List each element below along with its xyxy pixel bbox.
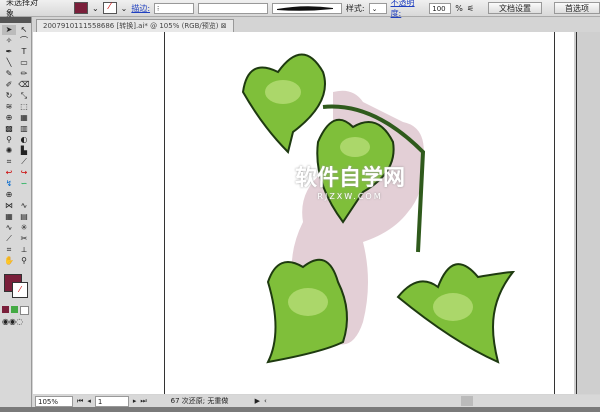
wave-icon[interactable]: ∿ xyxy=(2,223,16,233)
reshape-icon[interactable]: ↪ xyxy=(17,168,31,178)
next-page-icon[interactable]: ▸ xyxy=(133,397,137,405)
rectangle-tool-icon[interactable]: ▭ xyxy=(17,58,31,68)
artboard-tool-icon[interactable]: ⌗ xyxy=(2,157,16,167)
blob-brush-icon[interactable]: ✐ xyxy=(2,80,16,90)
eyedropper-icon[interactable]: ⚲ xyxy=(2,135,16,145)
graph-tool-icon[interactable]: ▙ xyxy=(17,146,31,156)
magic-wand-icon[interactable]: ✧ xyxy=(2,36,16,46)
watermark-main: 软件自学网 xyxy=(295,166,406,191)
pen-tool-icon[interactable]: ✒ xyxy=(2,47,16,57)
knife-icon[interactable]: ⟋ xyxy=(2,234,16,244)
style-dropdown[interactable]: ⌄ xyxy=(368,2,387,14)
selection-tool-icon[interactable]: ➤ xyxy=(2,25,16,35)
scroll-left-icon[interactable]: ‹ xyxy=(264,397,267,405)
first-page-icon[interactable]: ⏮ xyxy=(77,397,83,406)
document-canvas[interactable]: 软件自学网 RJZXW.COM xyxy=(33,32,574,394)
zoom-dropdown[interactable]: 105% xyxy=(35,395,73,407)
eraser-icon[interactable]: ⌫ xyxy=(17,80,31,90)
opacity-label[interactable]: 不透明度: xyxy=(391,0,426,19)
grid-icon[interactable]: ▦ xyxy=(2,212,16,222)
status-message: 67 次还原; 无重做 xyxy=(170,397,229,405)
style-label: 样式: xyxy=(345,3,365,13)
taskbar-strip xyxy=(0,407,600,412)
control-bar: 未选择对象 ⌄ ⁄ ⌄ 描边: ⁝ 样式: ⌄ 不透明度: 100 % ⚟ 文档设… xyxy=(0,0,600,19)
path-tool-icon[interactable]: ↯ xyxy=(2,179,16,189)
crystallize-icon[interactable]: ✳ xyxy=(17,223,31,233)
tools-panel: ➤ ↖ ✧ ⌒ ✒ T ╲ ▭ ✎ ✏ ✐ ⌫ ↻ ⤡ ≋ ⬚ ⊕ ▦ ▩ ▥ ⚲ ◐ ✺ ▙ ⌗ ⟋ ↩… xyxy=(0,17,32,412)
fill-stroke-swatches[interactable]: ⁄ xyxy=(2,272,29,302)
none-mode-icon[interactable] xyxy=(20,306,29,315)
fill-swatch[interactable] xyxy=(73,2,88,14)
mesh-tool-icon[interactable]: ▩ xyxy=(2,124,16,134)
chart-icon[interactable]: ▤ xyxy=(17,212,31,222)
direct-selection-icon[interactable]: ↖ xyxy=(17,25,31,35)
artwork[interactable] xyxy=(33,32,574,394)
envelope-icon[interactable]: ⋈ xyxy=(2,201,16,211)
lasso-icon[interactable]: ⌒ xyxy=(17,36,31,46)
color-mode-icon[interactable] xyxy=(2,306,9,313)
document-title: 20079101115586​86 [转换].ai* @ 105% (RGB/预… xyxy=(43,22,219,30)
crop-icon[interactable]: ⌗ xyxy=(2,245,16,255)
variable-width-dropdown[interactable] xyxy=(197,2,268,14)
free-transform-icon[interactable]: ⬚ xyxy=(17,102,31,112)
percent-sign: % xyxy=(455,3,463,13)
shape-builder-icon[interactable]: ⊕ xyxy=(2,113,16,123)
brush-dropdown[interactable] xyxy=(271,2,342,14)
screen-mode-icon[interactable]: ◉◉◌ xyxy=(0,315,31,328)
gradient-tool-icon[interactable]: ▥ xyxy=(17,124,31,134)
status-bar: 105% ⏮ ◂ 1 ▸ ⏭ 67 次还原; 无重做 ▶ ‹ xyxy=(33,395,600,407)
hand-tool-icon[interactable]: ✋ xyxy=(2,256,16,266)
symbol-sprayer-icon[interactable]: ✺ xyxy=(2,146,16,156)
zoom-tool-icon[interactable]: ⚲ xyxy=(17,256,31,266)
watermark-sub: RJZXW.COM xyxy=(317,192,383,201)
stroke-weight-dropdown[interactable]: ⁝ xyxy=(154,2,194,14)
preferences-button[interactable]: 首选项 xyxy=(553,2,600,14)
close-tab-icon[interactable]: ⊠ xyxy=(221,22,227,30)
line-tool-icon[interactable]: ╲ xyxy=(2,58,16,68)
target-icon[interactable]: ⊕ xyxy=(2,190,16,200)
width-tool-icon[interactable]: ↩ xyxy=(2,168,16,178)
opacity-input[interactable]: 100 xyxy=(429,2,452,14)
pencil-tool-icon[interactable]: ✏ xyxy=(17,69,31,79)
arrange-icon[interactable]: ⚟ xyxy=(467,4,474,13)
perspective-icon[interactable]: ▦ xyxy=(17,113,31,123)
chevron-down-icon[interactable]: ⌄ xyxy=(121,4,128,13)
blend-tool-icon[interactable]: ◐ xyxy=(17,135,31,145)
brush-tool-icon[interactable]: ✎ xyxy=(2,69,16,79)
gradient-mode-icon[interactable] xyxy=(11,306,18,313)
stroke-label[interactable]: 描边: xyxy=(131,3,150,14)
page-input[interactable]: 1 xyxy=(94,395,129,407)
watermark: 软件自学网 RJZXW.COM xyxy=(295,160,405,201)
type-tool-icon[interactable]: T xyxy=(17,47,31,57)
warp-tool-icon[interactable]: ≋ xyxy=(2,102,16,112)
prev-page-icon[interactable]: ◂ xyxy=(87,397,91,405)
status-menu-icon[interactable]: ▶ xyxy=(255,397,260,405)
stroke-swatch[interactable]: ⁄ xyxy=(102,2,117,14)
document-setup-button[interactable]: 文档设置 xyxy=(488,2,542,14)
rotate-tool-icon[interactable]: ↻ xyxy=(2,91,16,101)
document-tab[interactable]: 20079101115586​86 [转换].ai* @ 105% (RGB/预… xyxy=(36,19,234,32)
slice-tool-icon[interactable]: ⟋ xyxy=(17,157,31,167)
vertical-scrollbar[interactable] xyxy=(574,32,600,394)
measure-icon[interactable]: ⟂ xyxy=(17,245,31,255)
scissors-icon[interactable]: ✂ xyxy=(17,234,31,244)
warp-icon[interactable]: ∿ xyxy=(17,201,31,211)
scale-tool-icon[interactable]: ⤡ xyxy=(17,91,31,101)
last-page-icon[interactable]: ⏭ xyxy=(140,397,146,406)
horizontal-scrollbar[interactable] xyxy=(271,396,600,406)
chevron-down-icon[interactable]: ⌄ xyxy=(92,4,99,13)
smooth-tool-icon[interactable]: ∽ xyxy=(17,179,31,189)
